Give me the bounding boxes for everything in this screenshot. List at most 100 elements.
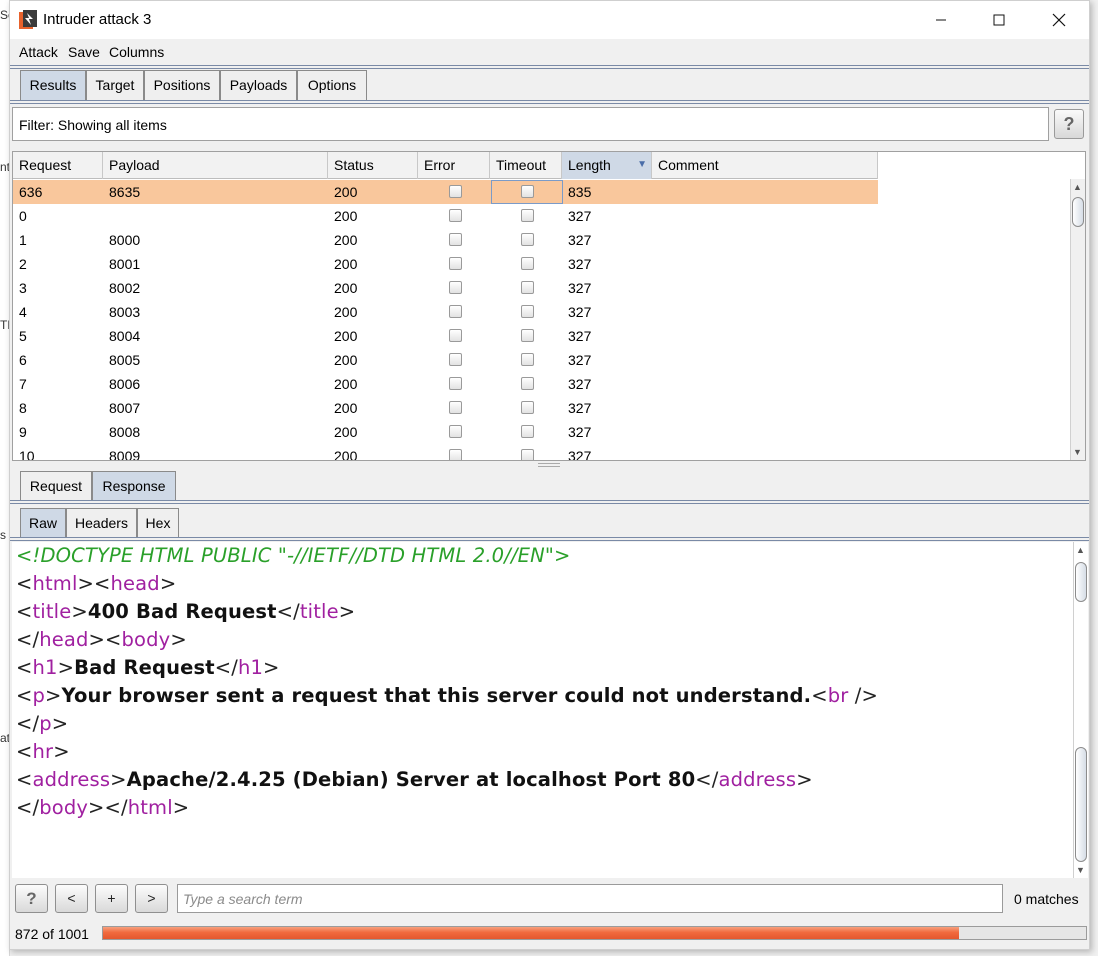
timeout-checkbox[interactable]: [521, 257, 534, 270]
code-token-tag: p: [39, 712, 52, 735]
maximize-icon: [993, 14, 1005, 26]
timeout-checkbox[interactable]: [521, 377, 534, 390]
tab-target[interactable]: Target: [86, 70, 144, 100]
error-checkbox[interactable]: [449, 305, 462, 318]
timeout-checkbox[interactable]: [521, 281, 534, 294]
tab-raw[interactable]: Raw: [20, 508, 66, 538]
cell-status: 200: [334, 184, 358, 200]
timeout-checkbox[interactable]: [521, 353, 534, 366]
error-checkbox[interactable]: [449, 425, 462, 438]
table-row[interactable]: 1 8000 200 327: [13, 228, 878, 252]
error-checkbox[interactable]: [449, 209, 462, 222]
cell-length: 327: [568, 448, 592, 461]
code-line: </head><body>: [16, 628, 187, 651]
code-token-tag: html: [127, 796, 173, 819]
table-row[interactable]: 636 8635 200 835: [13, 180, 878, 204]
timeout-checkbox[interactable]: [521, 233, 534, 246]
error-checkbox[interactable]: [449, 377, 462, 390]
cell-status: 200: [334, 208, 358, 224]
table-row[interactable]: 10 8009 200 327: [13, 444, 878, 461]
table-row[interactable]: 5 8004 200 327: [13, 324, 878, 348]
table-row[interactable]: 8 8007 200 327: [13, 396, 878, 420]
menu-save[interactable]: Save: [68, 44, 100, 60]
search-add-button[interactable]: +: [95, 884, 128, 913]
tab-options[interactable]: Options: [297, 70, 367, 100]
split-pane-divider[interactable]: [538, 463, 560, 467]
table-row[interactable]: 6 8005 200 327: [13, 348, 878, 372]
error-checkbox[interactable]: [449, 401, 462, 414]
filter-help-button[interactable]: ?: [1054, 109, 1084, 139]
error-checkbox[interactable]: [449, 185, 462, 198]
response-scroll-thumb[interactable]: [1075, 747, 1087, 862]
column-header-status[interactable]: Status: [328, 152, 418, 179]
scroll-up-icon[interactable]: ▲: [1076, 545, 1085, 555]
search-next-button[interactable]: >: [135, 884, 168, 913]
table-scroll-thumb[interactable]: [1072, 197, 1084, 227]
column-header-request[interactable]: Request: [13, 152, 103, 179]
table-row[interactable]: 9 8008 200 327: [13, 420, 878, 444]
timeout-checkbox[interactable]: [521, 401, 534, 414]
error-checkbox[interactable]: [449, 449, 462, 460]
code-token-text: Your browser sent a request that this se…: [61, 684, 812, 707]
column-header-timeout[interactable]: Timeout: [490, 152, 562, 179]
table-vertical-scrollbar[interactable]: ▲ ▼: [1070, 179, 1085, 460]
error-checkbox[interactable]: [449, 281, 462, 294]
column-header-length-label: Length: [568, 157, 611, 173]
error-checkbox[interactable]: [449, 257, 462, 270]
timeout-checkbox[interactable]: [521, 329, 534, 342]
cell-length: 327: [568, 400, 592, 416]
error-checkbox[interactable]: [449, 353, 462, 366]
response-vertical-scrollbar[interactable]: ▲ ▼: [1073, 542, 1088, 878]
tab-payloads[interactable]: Payloads: [220, 70, 297, 100]
error-checkbox[interactable]: [449, 329, 462, 342]
column-header-payload[interactable]: Payload: [103, 152, 328, 179]
maximize-button[interactable]: [970, 1, 1028, 39]
table-row[interactable]: 2 8001 200 327: [13, 252, 878, 276]
table-row[interactable]: 4 8003 200 327: [13, 300, 878, 324]
minimize-button[interactable]: [912, 1, 970, 39]
close-icon: [1052, 13, 1066, 27]
column-header-comment[interactable]: Comment: [652, 152, 878, 179]
table-row[interactable]: 3 8002 200 327: [13, 276, 878, 300]
tab-response[interactable]: Response: [92, 471, 176, 501]
cell-request: 10: [19, 448, 35, 461]
table-row[interactable]: 0 200 327: [13, 204, 878, 228]
code-token-punct: >: [51, 712, 69, 735]
search-previous-button[interactable]: <: [55, 884, 88, 913]
view-tab-separator: [10, 537, 1089, 541]
search-input[interactable]: [177, 884, 1003, 913]
timeout-checkbox[interactable]: [521, 185, 534, 198]
tab-separator: [10, 100, 1089, 104]
tab-hex[interactable]: Hex: [137, 508, 179, 538]
code-token-text: Bad Request: [74, 656, 215, 679]
response-scroll-thumb-top[interactable]: [1075, 562, 1087, 602]
timeout-checkbox[interactable]: [521, 209, 534, 222]
code-token-punct: <: [16, 656, 33, 679]
table-row[interactable]: 7 8006 200 327: [13, 372, 878, 396]
scroll-down-icon[interactable]: ▼: [1073, 447, 1082, 457]
timeout-checkbox[interactable]: [521, 449, 534, 460]
cell-length: 327: [568, 280, 592, 296]
timeout-checkbox[interactable]: [521, 425, 534, 438]
search-help-button[interactable]: ?: [15, 884, 48, 913]
code-token-tag: br: [827, 684, 849, 707]
error-checkbox[interactable]: [449, 233, 462, 246]
column-header-length[interactable]: Length ▼: [562, 152, 652, 179]
menu-attack[interactable]: Attack: [19, 44, 58, 60]
window-title: Intruder attack 3: [43, 11, 152, 28]
tab-results[interactable]: Results: [20, 70, 86, 100]
timeout-checkbox[interactable]: [521, 305, 534, 318]
scroll-up-icon[interactable]: ▲: [1073, 182, 1082, 192]
response-body-viewer[interactable]: <!DOCTYPE HTML PUBLIC "-//IETF//DTD HTML…: [12, 542, 1076, 878]
tab-request[interactable]: Request: [20, 471, 92, 501]
column-header-error[interactable]: Error: [418, 152, 490, 179]
menu-columns[interactable]: Columns: [109, 44, 164, 60]
code-token-punct: <: [16, 572, 33, 595]
code-token-tag: body: [39, 796, 89, 819]
filter-bar[interactable]: Filter: Showing all items: [12, 107, 1049, 141]
tab-positions[interactable]: Positions: [144, 70, 220, 100]
tab-headers[interactable]: Headers: [66, 508, 137, 538]
scroll-down-icon[interactable]: ▼: [1076, 865, 1085, 875]
close-button[interactable]: [1030, 1, 1088, 39]
code-token-tag: h1: [237, 656, 264, 679]
